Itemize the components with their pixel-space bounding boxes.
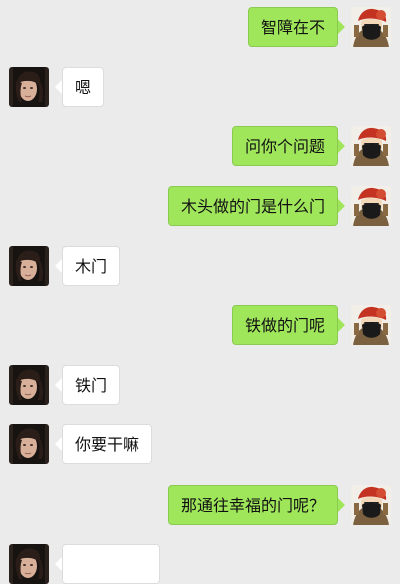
- message-bubble[interactable]: 木门: [62, 246, 121, 286]
- person-avatar-icon[interactable]: [9, 365, 49, 405]
- message-row: 木头做的门是什么门: [0, 186, 400, 226]
- bubble-tail: [55, 557, 62, 571]
- bubble-tail: [338, 20, 345, 34]
- message-row: 那通往幸福的门呢？: [0, 485, 400, 525]
- message-bubble[interactable]: 铁门: [62, 365, 121, 405]
- person-avatar-icon[interactable]: [9, 424, 49, 464]
- message-row: 你要干嘛: [0, 424, 400, 464]
- anime-avatar-icon[interactable]: [351, 7, 391, 47]
- anime-avatar-icon[interactable]: [351, 126, 391, 166]
- anime-avatar-icon[interactable]: [351, 186, 391, 226]
- bubble-tail: [55, 80, 62, 94]
- message-bubble[interactable]: 嗯: [62, 67, 105, 107]
- bubble-tail: [338, 199, 345, 213]
- message-row: 铁门: [0, 365, 400, 405]
- message-row: 嗯: [0, 67, 400, 107]
- message-bubble[interactable]: 问你个问题: [231, 126, 338, 166]
- message-row: 智障在不: [0, 7, 400, 47]
- message-bubble[interactable]: 智障在不: [247, 7, 338, 47]
- anime-avatar-icon[interactable]: [351, 305, 391, 345]
- anime-avatar-icon[interactable]: [351, 485, 391, 525]
- person-avatar-icon[interactable]: [9, 246, 49, 286]
- bubble-tail: [338, 318, 345, 332]
- message-row: [0, 544, 400, 584]
- person-avatar-icon[interactable]: [9, 67, 49, 107]
- message-bubble[interactable]: 那通往幸福的门呢？: [167, 485, 338, 525]
- message-bubble[interactable]: 木头做的门是什么门: [167, 186, 338, 226]
- message-row: 木门: [0, 246, 400, 286]
- message-row: 问你个问题: [0, 126, 400, 166]
- message-row: 铁做的门呢: [0, 305, 400, 345]
- bubble-tail: [55, 259, 62, 273]
- message-bubble[interactable]: 铁做的门呢: [231, 305, 338, 345]
- bubble-tail: [55, 378, 62, 392]
- message-bubble[interactable]: [62, 544, 160, 584]
- message-bubble[interactable]: 你要干嘛: [62, 424, 153, 464]
- person-avatar-icon[interactable]: [9, 544, 49, 584]
- bubble-tail: [55, 437, 62, 451]
- bubble-tail: [338, 498, 345, 512]
- bubble-tail: [338, 139, 345, 153]
- chat-window: 智障在不 嗯 问你个问题 木头做的门是什么门 木门 铁做的门呢 铁门 你要干嘛 …: [0, 0, 400, 584]
